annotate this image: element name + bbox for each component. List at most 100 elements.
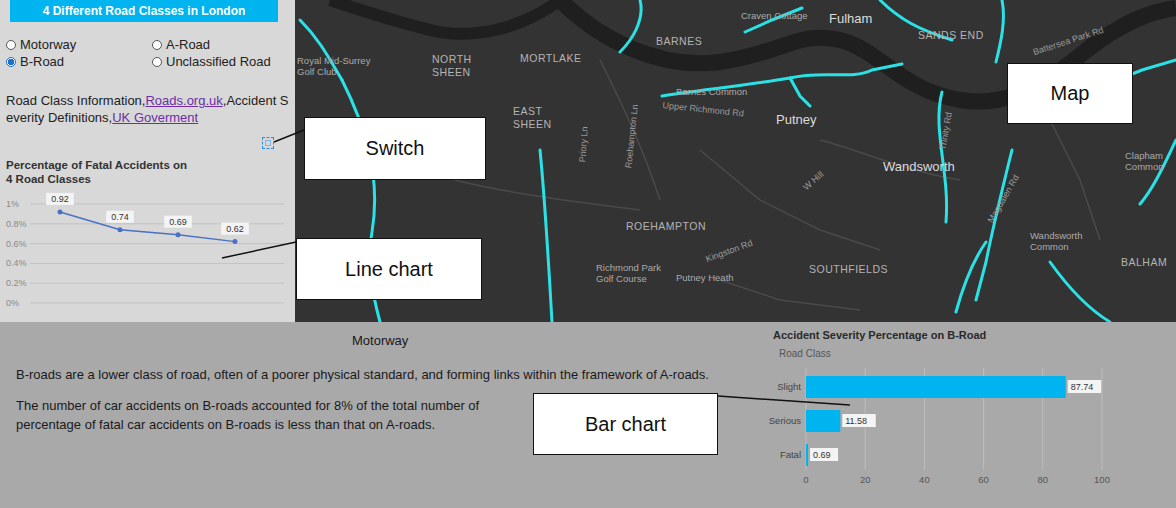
description-heading: Motorway (352, 332, 755, 350)
minor-road (600, 60, 660, 200)
switch-icon[interactable] (262, 137, 274, 149)
road-line[interactable] (996, 0, 1003, 62)
svg-text:0: 0 (803, 474, 808, 485)
map-label: Barnes Common (676, 86, 747, 97)
svg-text:0.69: 0.69 (813, 450, 831, 460)
dashboard: Craven CottageFulhamSANDS ENDBattersea P… (0, 0, 1176, 508)
map-label: SANDS END (918, 29, 984, 42)
minor-road (720, 280, 860, 310)
road-line[interactable] (956, 242, 986, 312)
map-label: Wandsworth (883, 159, 955, 175)
road-line[interactable] (540, 150, 552, 322)
bar[interactable]: Fatal 0.69 (780, 444, 838, 466)
radio-button[interactable] (152, 40, 162, 50)
connector-line (274, 130, 304, 142)
y-tick: 0.6% (6, 239, 284, 249)
map-label: Clapham Common (1125, 150, 1175, 173)
series-line (60, 212, 235, 242)
map-label: MORTLAKE (520, 52, 582, 65)
svg-text:0.6%: 0.6% (6, 239, 27, 249)
svg-text:11.58: 11.58 (845, 416, 867, 426)
road-line[interactable] (1050, 262, 1110, 322)
road-line[interactable] (790, 64, 902, 78)
svg-text:0.69: 0.69 (169, 217, 187, 227)
data-point[interactable]: 0.69 (164, 216, 192, 238)
svg-text:0.2%: 0.2% (6, 278, 27, 288)
data-point[interactable]: 0.62 (221, 223, 249, 245)
svg-text:40: 40 (919, 474, 930, 485)
svg-text:0.4%: 0.4% (6, 258, 27, 268)
filter-panel: 4 Different Road Classes in London Motorw… (0, 0, 295, 322)
axis-label: Road Class (765, 348, 1176, 360)
svg-text:20: 20 (860, 474, 871, 485)
map-label: BARNES (656, 35, 702, 48)
svg-text:Fatal: Fatal (780, 449, 801, 460)
sources-text: Road Class Information,Roads.org.uk,Acci… (0, 92, 295, 126)
bar-chart: 0 20 40 60 80 100 Slight 87.74 Serious 11.58 Fatal… (765, 364, 1176, 489)
callout: Bar chart (533, 393, 718, 455)
bar[interactable]: Serious 11.58 (769, 410, 876, 432)
map-label: W Hill (801, 169, 826, 192)
map-label: Fulham (829, 11, 872, 27)
road-line[interactable] (620, 0, 641, 52)
radio-button[interactable] (6, 57, 16, 67)
road-class-filter: MotorwayA-RoadB-RoadUnclassified Road (0, 36, 295, 70)
minor-road (1050, 120, 1100, 240)
bar-chart-panel: Accident Severity Percentage on B-Road Ro… (765, 322, 1176, 508)
data-point[interactable]: 0.92 (46, 193, 74, 215)
svg-text:80: 80 (1038, 474, 1049, 485)
paragraph: B-roads are a lower class of road, often… (16, 365, 755, 384)
bar-chart-title: Accident Severity Percentage on B-Road (765, 328, 1176, 342)
callout: Map (1007, 63, 1133, 124)
svg-text:60: 60 (978, 474, 989, 485)
map-label: NORTH SHEEN (432, 53, 494, 78)
svg-text:0%: 0% (6, 298, 19, 308)
radio-button[interactable] (152, 57, 162, 67)
y-tick: 0.4% (6, 258, 284, 268)
callout: Switch (304, 117, 486, 180)
map-label: ROEHAMPTON (626, 220, 706, 233)
road-class-option[interactable]: Motorway (6, 36, 152, 53)
svg-text:100: 100 (1094, 474, 1110, 485)
road-class-option[interactable]: Unclassified Road (152, 53, 295, 70)
svg-text:0.74: 0.74 (111, 212, 129, 222)
road-class-option[interactable]: B-Road (6, 53, 152, 70)
source-link[interactable]: UK Goverment (112, 110, 198, 125)
y-tick: 0% (6, 298, 284, 308)
y-tick: 0.2% (6, 278, 284, 288)
svg-text:0.62: 0.62 (226, 224, 244, 234)
map-label: BALHAM (1121, 256, 1167, 269)
river (330, 0, 560, 34)
paragraph-line: B-roads are a lower class of road, often… (16, 365, 755, 384)
callout: Line chart (296, 238, 482, 300)
map-label: Upper Richmond Rd (662, 100, 744, 119)
radio-button[interactable] (6, 40, 16, 50)
road-class-option[interactable]: A-Road (152, 36, 295, 53)
svg-text:0.8%: 0.8% (6, 219, 27, 229)
map-label: Royal Mid-Surrey Golf Club (297, 55, 389, 78)
connector-line (222, 242, 296, 258)
bar[interactable]: Slight 87.74 (777, 376, 1101, 398)
svg-text:87.74: 87.74 (1071, 382, 1094, 392)
report-title: 4 Different Road Classes in London (10, 0, 278, 22)
map-label: Craven Cottage (741, 10, 808, 21)
svg-text:Serious: Serious (769, 415, 801, 426)
map-label: Putney Heath (676, 272, 734, 283)
connector-line (718, 396, 850, 405)
line-chart-title: Percentage of Fatal Accidents on 4 Road … (0, 158, 196, 186)
source-link[interactable]: Roads.org.uk (145, 93, 222, 108)
svg-text:1%: 1% (6, 199, 19, 209)
svg-text:0.92: 0.92 (51, 194, 69, 204)
map-label: Kingston Rd (704, 238, 754, 265)
map-label: Priory Ln (577, 126, 590, 163)
map-label: Putney (776, 112, 816, 128)
road-line[interactable] (976, 150, 1012, 300)
minor-road (700, 150, 880, 250)
data-point[interactable]: 0.74 (106, 211, 134, 233)
svg-text:Slight: Slight (777, 381, 801, 392)
map-label: Richmond Park Golf Course (596, 262, 668, 285)
map-label: EAST SHEEN (513, 105, 565, 130)
map-label: Wandsworth Common (1030, 230, 1092, 253)
map-label: SOUTHFIELDS (809, 263, 888, 276)
switch-row (0, 136, 295, 150)
